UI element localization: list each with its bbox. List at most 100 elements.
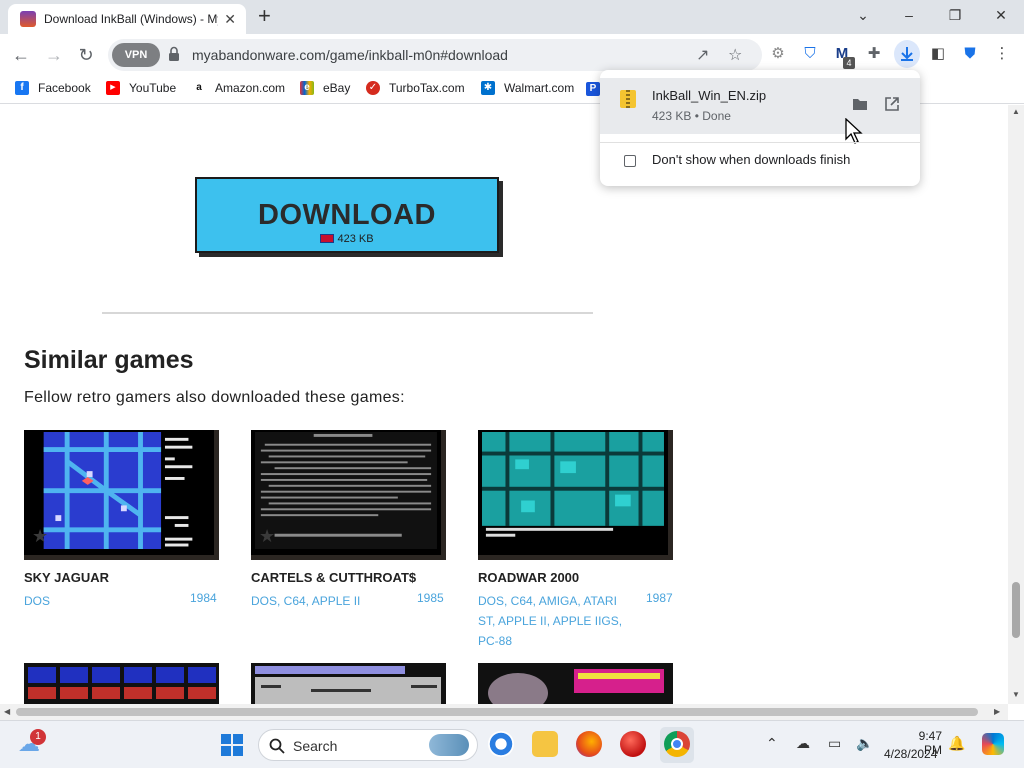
firefox-icon[interactable] — [576, 731, 602, 757]
address-bar[interactable]: VPN myabandonware.com/game/inkball-m0n#d… — [108, 39, 762, 71]
tray-chevron-icon[interactable]: ⌃ — [766, 735, 778, 752]
downloads-button[interactable] — [894, 40, 920, 68]
new-tab-button[interactable]: + — [258, 4, 271, 28]
volume-icon[interactable]: 🔈 — [856, 735, 873, 752]
security-shield-icon[interactable]: ⛊ — [960, 44, 980, 64]
tab-strip: Download InkBall (Windows) - My Abandonw… — [0, 0, 1024, 34]
horizontal-scroll-thumb[interactable] — [16, 708, 978, 716]
minimize-button[interactable]: – — [894, 4, 924, 26]
bookmark-amazon[interactable]: a Amazon.com — [192, 81, 285, 95]
youtube-icon: ▶ — [106, 81, 120, 95]
restore-button[interactable]: ❐ — [940, 4, 970, 26]
vpn-badge[interactable]: VPN — [112, 43, 160, 67]
game-thumbnail[interactable] — [24, 663, 219, 704]
download-file-name: InkBall_Win_EN.zip — [652, 88, 767, 103]
url-text[interactable]: myabandonware.com/game/inkball-m0n#downl… — [192, 47, 508, 63]
similar-games-subheading: Fellow retro gamers also downloaded thes… — [24, 389, 405, 406]
clock-date[interactable]: 4/28/2024 — [884, 747, 937, 761]
onedrive-icon[interactable]: ☁ — [796, 735, 810, 752]
red-app-icon[interactable] — [620, 731, 646, 757]
zip-file-icon — [620, 90, 636, 108]
game-card-partial[interactable] — [24, 663, 220, 704]
bookmark-ebay[interactable]: e eBay — [300, 81, 350, 95]
vertical-scroll-thumb[interactable] — [1012, 582, 1020, 638]
scroll-right-icon[interactable]: ▶ — [994, 707, 1000, 716]
game-card-partial[interactable] — [251, 663, 447, 704]
taskbar-search[interactable]: Search — [258, 729, 478, 761]
share-icon[interactable]: ↗ — [696, 45, 709, 65]
game-thumbnail[interactable] — [251, 663, 446, 704]
dont-show-label[interactable]: Don't show when downloads finish — [652, 152, 850, 167]
back-button[interactable]: ← — [8, 42, 34, 68]
copilot-icon[interactable] — [982, 733, 1004, 755]
search-label: Search — [293, 738, 338, 754]
lock-icon[interactable] — [168, 46, 180, 62]
bookmark-star-icon[interactable]: ☆ — [728, 45, 742, 65]
game-year[interactable]: 1984 — [190, 591, 217, 605]
tab-search-icon[interactable]: ⌄ — [848, 4, 878, 26]
extension-badge: 4 — [843, 57, 855, 69]
roadwar-screenshot — [482, 432, 664, 550]
side-panel-icon[interactable]: ◧ — [928, 44, 948, 64]
bookmark-youtube[interactable]: ▶ YouTube — [106, 81, 176, 95]
bookmark-label: Walmart.com — [504, 81, 575, 95]
game-thumbnail[interactable] — [478, 663, 673, 704]
game-thumbnail[interactable]: ★ — [251, 430, 446, 560]
display-icon[interactable]: ▭ — [828, 735, 841, 752]
game-title[interactable]: SKY JAGUAR — [24, 570, 109, 585]
task-view-icon[interactable] — [488, 731, 514, 757]
show-in-folder-icon[interactable] — [852, 97, 868, 111]
downloads-bubble: InkBall_Win_EN.zip 423 KB • Done Don't s… — [600, 70, 920, 186]
reload-button[interactable]: ↻ — [73, 42, 99, 68]
scroll-down-icon[interactable]: ▼ — [1012, 690, 1020, 699]
favorite-star-icon[interactable]: ★ — [259, 526, 275, 547]
tab-title: Download InkBall (Windows) - My Abandonw… — [44, 12, 218, 26]
game-year[interactable]: 1987 — [646, 591, 673, 605]
download-item[interactable]: InkBall_Win_EN.zip 423 KB • Done — [600, 78, 920, 144]
game-platforms[interactable]: DOS, C64, APPLE II — [251, 591, 401, 611]
download-size: 423 KB — [197, 233, 497, 245]
scroll-up-icon[interactable]: ▲ — [1012, 107, 1020, 116]
partial-bookmark-icon[interactable]: P — [586, 82, 600, 96]
dont-show-checkbox[interactable] — [624, 155, 636, 167]
bookmark-label: TurboTax.com — [389, 81, 465, 95]
open-external-icon[interactable] — [884, 96, 900, 112]
download-button-label: DOWNLOAD — [258, 199, 436, 231]
download-button[interactable]: DOWNLOAD 423 KB — [195, 177, 499, 253]
bookmark-facebook[interactable]: f Facebook — [15, 81, 91, 95]
scroll-left-icon[interactable]: ◀ — [4, 707, 10, 716]
game-platforms[interactable]: DOS, C64, AMIGA, ATARI ST, APPLE II, APP… — [478, 591, 628, 651]
close-window-button[interactable]: ✕ — [986, 4, 1016, 26]
ebay-icon: e — [300, 81, 314, 95]
game-card-partial[interactable] — [478, 663, 674, 704]
tab-active[interactable]: Download InkBall (Windows) - My Abandonw… — [8, 4, 246, 34]
extension-gear-icon[interactable]: ⚙ — [768, 44, 788, 64]
vertical-scrollbar[interactable]: ▲ ▼ — [1008, 105, 1024, 704]
game-card-roadwar-2000[interactable]: ROADWAR 2000 DOS, C64, AMIGA, ATARI ST, … — [478, 430, 674, 648]
game-card-cartels-cutthroats[interactable]: ★ CARTELS & CUTTHROAT$ DOS, C64, APPLE I… — [251, 430, 447, 630]
game-thumbnail[interactable]: ★ — [24, 430, 219, 560]
game-title[interactable]: CARTELS & CUTTHROAT$ — [251, 570, 416, 585]
download-size-value: 423 KB — [337, 233, 374, 245]
bookmark-turbotax[interactable]: ✓ TurboTax.com — [366, 81, 465, 95]
file-explorer-icon[interactable] — [532, 731, 558, 757]
favorite-star-icon[interactable]: ★ — [32, 526, 48, 547]
notification-bell-icon[interactable]: 🔔 — [948, 735, 965, 752]
horizontal-scrollbar[interactable]: ◀ ▶ — [0, 704, 1008, 720]
menu-kebab-icon[interactable]: ⋮ — [992, 44, 1012, 64]
tab-close-icon[interactable]: ✕ — [224, 11, 236, 28]
facebook-icon: f — [15, 81, 29, 95]
game-platforms[interactable]: DOS — [24, 591, 174, 611]
similar-games-heading: Similar games — [24, 346, 194, 374]
download-icon — [901, 47, 913, 61]
game-card-sky-jaguar[interactable]: ★ SKY JAGUAR DOS 1984 — [24, 430, 220, 630]
bookmark-walmart[interactable]: ✱ Walmart.com — [481, 81, 574, 95]
bookmark-label: Amazon.com — [215, 81, 286, 95]
shield-extension-icon[interactable]: ⛉ — [800, 44, 820, 64]
extensions-puzzle-icon[interactable]: ✚ — [864, 44, 884, 64]
game-title[interactable]: ROADWAR 2000 — [478, 570, 579, 585]
game-thumbnail[interactable] — [478, 430, 673, 560]
game-year[interactable]: 1985 — [417, 591, 444, 605]
windows-start-icon[interactable] — [220, 733, 244, 757]
forward-button[interactable]: → — [41, 42, 67, 68]
